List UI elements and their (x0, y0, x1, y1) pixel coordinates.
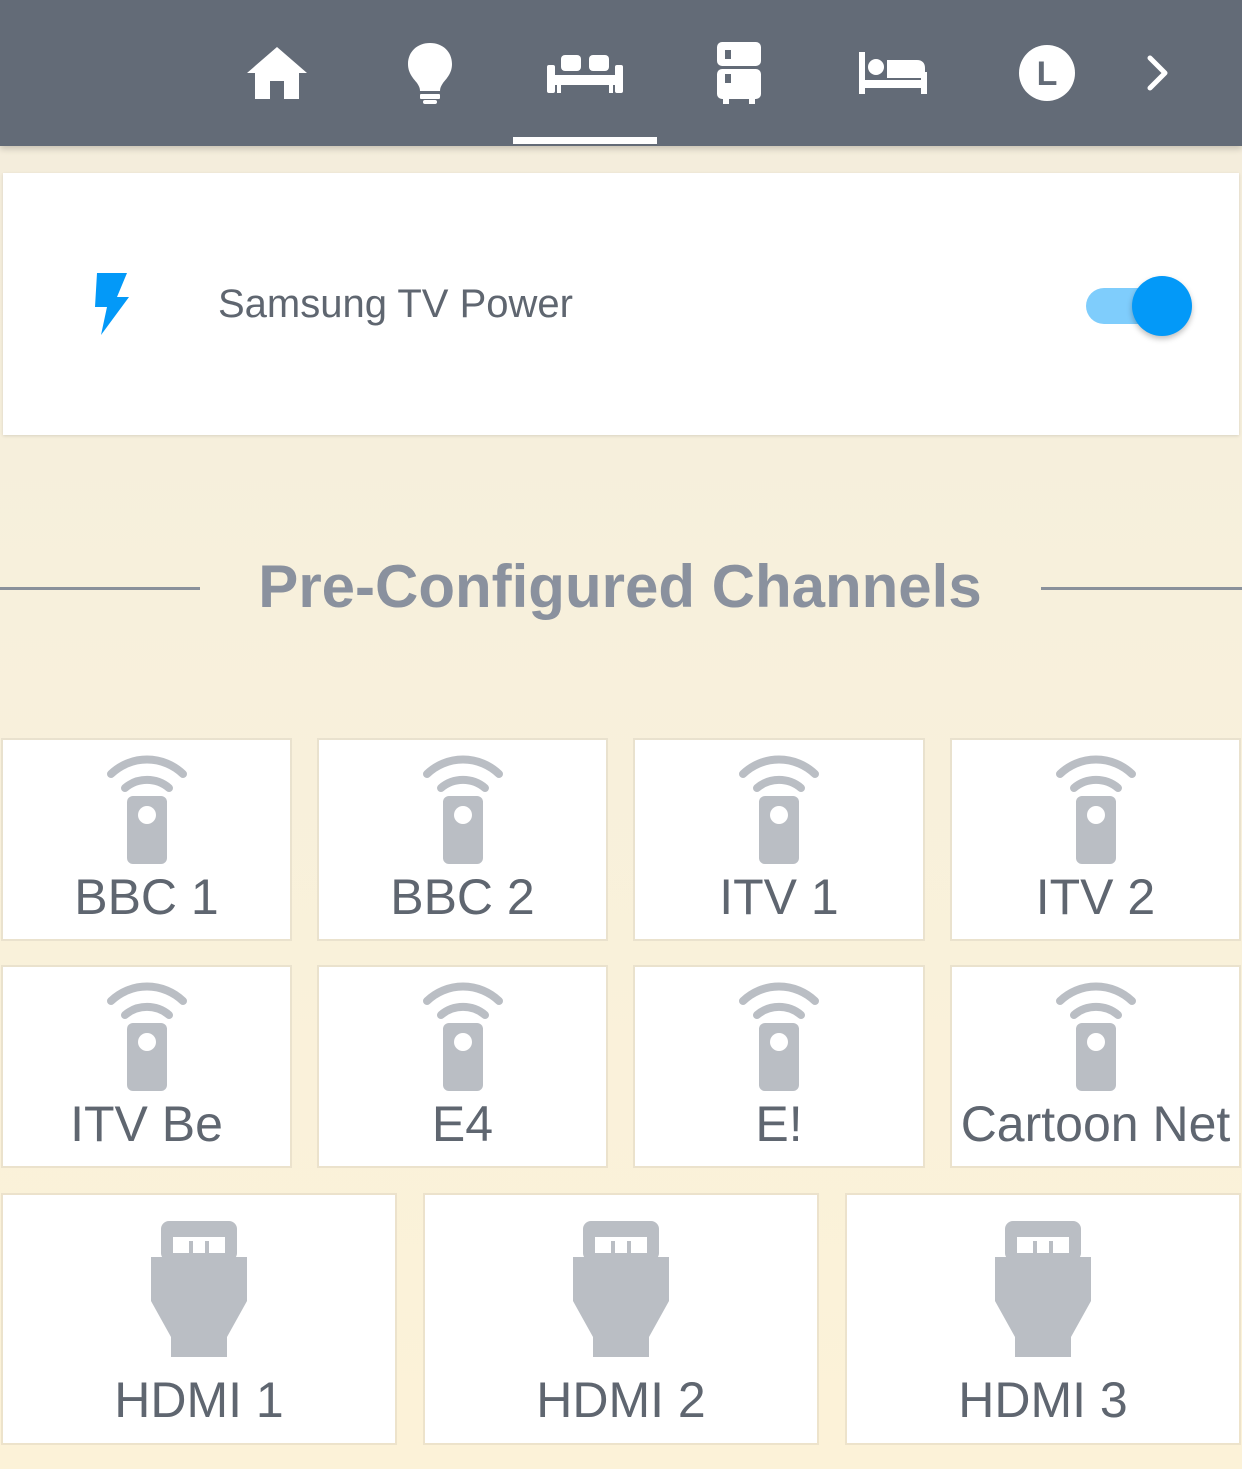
bed-icon (859, 52, 927, 94)
letter-l-text: L (1037, 55, 1058, 93)
tv-power-toggle[interactable] (1083, 275, 1195, 336)
tab-lights[interactable] (358, 0, 502, 146)
channel-tile-itv-be[interactable]: ITV Be (3, 967, 290, 1166)
channel-label: BBC 2 (390, 869, 535, 925)
tab-l[interactable]: L (975, 0, 1119, 146)
channel-label: Cartoon Net (960, 1096, 1231, 1152)
channel-label: ITV Be (70, 1096, 223, 1152)
channel-label: ITV 1 (719, 869, 839, 925)
remote-control-icon (739, 755, 819, 864)
tv-power-label: Samsung TV Power (218, 282, 573, 326)
tab-living-room[interactable] (513, 0, 657, 146)
tab-kitchen[interactable] (667, 0, 811, 146)
section-divider-left (0, 587, 200, 590)
remote-control-icon (739, 982, 819, 1091)
remote-control-icon (106, 755, 187, 864)
active-tab-indicator (513, 137, 657, 144)
nav-more-button[interactable] (1116, 0, 1200, 146)
lightning-bolt-icon (95, 273, 129, 335)
channel-tile-bbc-2[interactable]: BBC 2 (319, 740, 606, 939)
input-label: HDMI 1 (114, 1372, 284, 1428)
section-title: Pre-Configured Channels (258, 553, 982, 620)
tab-bedroom[interactable] (821, 0, 965, 146)
input-label: HDMI 2 (536, 1372, 706, 1428)
sofa-icon (547, 55, 623, 93)
channel-tile-cartoon-net[interactable]: Cartoon Net (952, 967, 1239, 1166)
fridge-icon (717, 42, 761, 104)
channel-label: E! (755, 1096, 803, 1152)
section-divider-right (1041, 587, 1242, 590)
channel-label: E4 (431, 1096, 494, 1152)
remote-control-icon (422, 982, 503, 1091)
tv-power-card: Samsung TV Power (3, 173, 1239, 435)
remote-control-icon (1055, 755, 1136, 864)
top-nav-bar: L (0, 0, 1242, 146)
letter-l-icon: L (1019, 45, 1075, 101)
channel-tile-e-excl[interactable]: E! (635, 967, 923, 1166)
channel-tile-bbc-1[interactable]: BBC 1 (3, 740, 290, 939)
input-tile-hdmi-1[interactable]: HDMI 1 (3, 1195, 395, 1443)
input-tile-hdmi-2[interactable]: HDMI 2 (425, 1195, 817, 1443)
channel-tile-itv-2[interactable]: ITV 2 (952, 740, 1239, 939)
chevron-right-icon (1147, 55, 1168, 91)
remote-control-icon (422, 755, 503, 864)
input-label: HDMI 3 (958, 1372, 1128, 1428)
home-icon (247, 47, 307, 99)
input-tile-hdmi-3[interactable]: HDMI 3 (847, 1195, 1239, 1443)
channel-tile-e4[interactable]: E4 (319, 967, 606, 1166)
toggle-thumb (1132, 276, 1192, 336)
hdmi-connector-icon (151, 1221, 247, 1357)
channel-tile-itv-1[interactable]: ITV 1 (635, 740, 923, 939)
remote-control-icon (106, 982, 187, 1091)
hdmi-connector-icon (573, 1221, 669, 1357)
tab-home[interactable] (205, 0, 349, 146)
remote-control-icon (1055, 982, 1136, 1091)
hdmi-connector-icon (995, 1221, 1091, 1357)
channel-label: ITV 2 (1035, 869, 1156, 925)
channel-label: BBC 1 (74, 869, 219, 925)
lightbulb-icon (408, 43, 452, 104)
